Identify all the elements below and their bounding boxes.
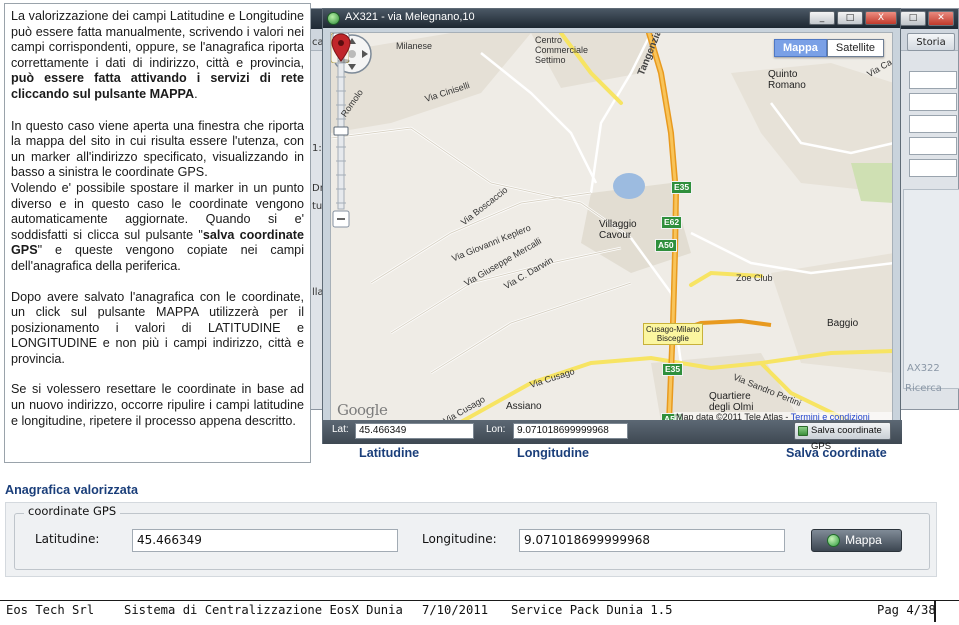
mappa-button[interactable]: Mappa <box>811 529 902 552</box>
paragraph-text: In questo caso viene aperta una finestra… <box>11 118 304 180</box>
save-icon <box>798 426 808 436</box>
paragraph-text: " e queste vengono copiate nei campi del… <box>11 243 304 273</box>
app-globe-icon <box>327 12 340 25</box>
background-label: Ricerca <box>905 383 942 394</box>
lon-field[interactable]: 9.071018699999968 <box>513 423 628 439</box>
tab-storia[interactable]: Storia <box>907 33 955 51</box>
maximize-icon[interactable]: □ <box>900 11 926 26</box>
close-button[interactable]: X <box>865 11 897 25</box>
intro-bold-text: può essere fatta attivando i servizi di … <box>11 71 304 101</box>
highway-shield: E35 <box>671 181 693 194</box>
caption-save: Salva coordinate <box>786 446 887 460</box>
background-label: AX322 <box>907 363 940 374</box>
footer-date: 7/10/2011 <box>422 603 489 617</box>
longitude-field[interactable]: 9.071018699999968 <box>519 529 785 552</box>
map-type-toggle: Mappa Satellite <box>774 39 884 57</box>
background-field[interactable] <box>909 71 957 89</box>
map-type-satellite-button[interactable]: Satellite <box>826 39 884 57</box>
caption-longitude: Longitudine <box>517 446 590 460</box>
google-logo: Google <box>337 401 388 419</box>
location-marker-icon[interactable] <box>331 33 351 63</box>
map-canvas[interactable]: Mappa Satellite Milanese Centro Commerci… <box>330 32 893 421</box>
latitude-field[interactable]: 45.466349 <box>132 529 398 552</box>
minimize-button[interactable]: _ <box>809 11 835 25</box>
footer-system: Sistema di Centralizzazione EosX Dunia <box>124 603 403 617</box>
map-place-label: Quinto Romano <box>768 69 806 91</box>
map-place-label: Villaggio Cavour <box>599 219 637 241</box>
maximize-button[interactable]: □ <box>837 11 863 25</box>
background-panel <box>903 189 959 389</box>
footer-service-pack: Service Pack Dunia 1.5 <box>511 603 673 617</box>
footer-rule <box>0 600 959 601</box>
background-field[interactable] <box>909 159 957 177</box>
map-place-label: Centro Commerciale Settimo <box>535 35 589 65</box>
map-window-title: AX321 - via Melegnano,10 <box>345 11 475 23</box>
globe-icon <box>827 534 840 547</box>
map-place-label: Quartiere degli Olmi <box>709 391 754 413</box>
intro-paragraph-2: In questo caso viene aperta una finestra… <box>11 119 304 275</box>
background-field[interactable] <box>909 115 957 133</box>
latitude-label: Latitudine: <box>35 532 100 546</box>
gps-group-title: coordinate GPS <box>24 504 121 518</box>
background-label: 1: <box>312 143 322 154</box>
map-window: AX321 - via Melegnano,10 _ □ X Mappa Sat… <box>322 8 902 452</box>
highway-shield: A50 <box>655 239 677 252</box>
save-gps-coordinates-button[interactable]: Salva coordinate GPS <box>794 422 891 452</box>
metro-station-label: Cusago-Milano Bisceglie <box>643 323 703 345</box>
footer-company: Eos Tech Srl <box>6 603 95 617</box>
highway-shield: E62 <box>661 216 683 229</box>
map-place-label: Baggio <box>827 318 859 329</box>
background-field[interactable] <box>909 93 957 111</box>
section-title: Anagrafica valorizzata <box>5 483 138 497</box>
close-icon[interactable]: ✕ <box>928 11 954 26</box>
map-window-controls: _ □ X <box>809 11 897 25</box>
intro-text-end: . <box>194 86 198 101</box>
map-place-label: Milanese <box>396 41 433 51</box>
map-poi-label: Zoe Club <box>736 273 773 283</box>
explanation-box: La valorizzazione dei campi Latitudine e… <box>4 3 311 463</box>
intro-paragraph-4: Se si volessero resettare le coordinate … <box>11 382 304 428</box>
map-footer-bar: Lat: 45.466349 Lon: 9.071018699999968 Sa… <box>323 420 902 452</box>
map-type-mappa-button[interactable]: Mappa <box>774 39 827 57</box>
highway-shield: E35 <box>662 363 684 376</box>
lon-label: Lon: <box>486 424 506 435</box>
intro-text: La valorizzazione dei campi Latitudine e… <box>11 9 304 70</box>
caption-latitude: Latitudine <box>359 446 420 460</box>
lat-label: Lat: <box>332 424 349 435</box>
intro-paragraph-3: Dopo avere salvato l'anagrafica con le c… <box>11 289 304 366</box>
mappa-button-label: Mappa <box>845 533 882 547</box>
longitude-label: Longitudine: <box>422 532 497 546</box>
background-field[interactable] <box>909 137 957 155</box>
lat-field[interactable]: 45.466349 <box>355 423 474 439</box>
intro-paragraph-1: La valorizzazione dei campi Latitudine e… <box>11 9 304 103</box>
footer-page: Pag 4/38 <box>877 603 936 617</box>
map-place-label: Assiano <box>506 401 542 412</box>
